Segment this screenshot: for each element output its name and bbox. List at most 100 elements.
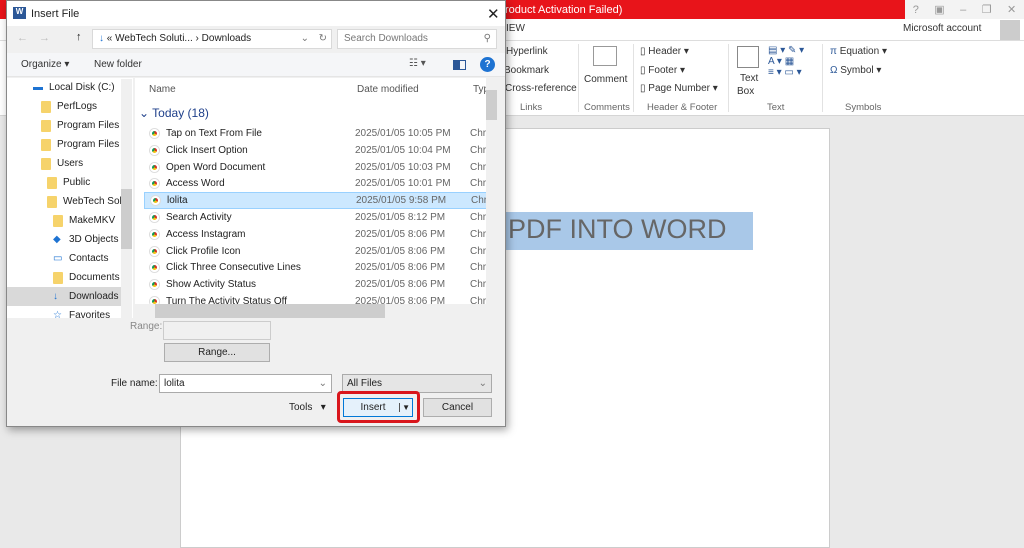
nav-item[interactable]: ▭ Contacts bbox=[53, 249, 108, 268]
chevron-down-icon[interactable]: ⌄ bbox=[301, 33, 309, 44]
file-row[interactable]: Search Activity 2025/01/05 8:12 PM Chro bbox=[144, 209, 497, 226]
header-label: Header bbox=[648, 46, 682, 57]
3d-objects-icon: ◆ bbox=[53, 234, 61, 245]
cancel-button[interactable]: Cancel bbox=[423, 398, 492, 417]
ribbon-display-icon[interactable]: ▣ bbox=[934, 3, 944, 16]
file-name-input[interactable]: lolita ⌄ bbox=[159, 374, 332, 393]
file-row[interactable]: lolita 2025/01/05 9:58 PM Chro bbox=[144, 192, 497, 210]
range-input[interactable] bbox=[163, 321, 271, 340]
chrome-file-icon bbox=[150, 246, 159, 256]
column-date-modified[interactable]: Date modified bbox=[357, 84, 419, 95]
file-name-value: lolita bbox=[164, 378, 185, 389]
equation-button[interactable]: π Equation ▾ bbox=[830, 46, 887, 57]
selected-document-text[interactable]: PDF INTO WORD bbox=[500, 212, 753, 250]
forward-icon[interactable]: → bbox=[39, 32, 50, 44]
file-row[interactable]: Click Insert Option 2025/01/05 10:04 PM Ch… bbox=[144, 142, 497, 159]
header-button[interactable]: ▯ Header ▾ bbox=[640, 46, 689, 57]
close-icon[interactable]: ✕ bbox=[1007, 3, 1016, 16]
file-row[interactable]: Access Word 2025/01/05 10:01 PM Chro bbox=[144, 175, 497, 192]
hyperlink-button[interactable]: Hyperlink bbox=[506, 46, 548, 57]
file-date: 2025/01/05 8:12 PM bbox=[355, 212, 446, 223]
nav-item[interactable]: Users bbox=[41, 154, 83, 173]
file-name: Turn The Activity Status Off bbox=[166, 296, 287, 304]
help-icon[interactable]: ? bbox=[913, 4, 919, 16]
nav-item[interactable]: ☆ Favorites bbox=[53, 306, 110, 318]
folder-icon bbox=[41, 100, 51, 113]
account-menu[interactable]: Microsoft account bbox=[903, 23, 981, 34]
breadcrumb-downloads[interactable]: Downloads bbox=[202, 33, 251, 44]
nav-item[interactable]: ▬ Local Disk (C:) bbox=[33, 78, 115, 97]
breadcrumb-user[interactable]: WebTech Soluti... bbox=[115, 33, 193, 44]
folder-icon bbox=[41, 119, 51, 132]
nav-item[interactable]: Program Files ( bbox=[41, 135, 125, 154]
restore-icon[interactable]: ❐ bbox=[982, 3, 992, 16]
page-number-button[interactable]: ▯ Page Number ▾ bbox=[640, 83, 718, 94]
preview-pane-icon[interactable] bbox=[453, 60, 466, 70]
breadcrumb-overflow[interactable]: « bbox=[107, 33, 113, 44]
new-folder-button[interactable]: New folder bbox=[94, 59, 142, 70]
minimize-icon[interactable]: – bbox=[960, 4, 966, 16]
nav-item[interactable]: ◆ 3D Objects bbox=[53, 230, 118, 249]
footer-button[interactable]: ▯ Footer ▾ bbox=[640, 65, 685, 76]
file-row[interactable]: Click Three Consecutive Lines 2025/01/05 … bbox=[144, 259, 497, 276]
up-icon[interactable]: ↑ bbox=[76, 31, 82, 43]
list-vertical-scrollbar[interactable] bbox=[486, 78, 497, 304]
nav-item[interactable]: Documents bbox=[53, 268, 120, 287]
contacts-icon: ▭ bbox=[53, 253, 63, 264]
text-tools-icons[interactable]: ▤ ▾ ✎ ▾ A ▾ ▦ ≡ ▾ ▭ ▾ bbox=[768, 45, 804, 78]
nav-item-label: 3D Objects bbox=[69, 234, 119, 245]
tools-button[interactable]: Tools ▾ bbox=[289, 402, 326, 413]
symbol-button[interactable]: Ω Symbol ▾ bbox=[830, 65, 881, 76]
view-options-icon[interactable]: ☷ ▾ bbox=[409, 58, 426, 69]
file-name-label: File name: bbox=[111, 378, 158, 389]
group-links: Links bbox=[520, 102, 543, 113]
nav-item[interactable]: PerfLogs bbox=[41, 97, 97, 116]
file-row[interactable]: Click Profile Icon 2025/01/05 8:06 PM Chro bbox=[144, 243, 497, 260]
column-headers: Name Date modified Type bbox=[135, 78, 497, 98]
back-icon[interactable]: ← bbox=[17, 32, 28, 44]
nav-item[interactable]: Program Files bbox=[41, 116, 119, 135]
nav-scrollbar[interactable] bbox=[121, 79, 132, 319]
address-bar[interactable]: ↓ « WebTech Soluti... › Downloads ⌄ ↻ bbox=[92, 29, 332, 49]
file-row[interactable]: Open Word Document 2025/01/05 10:03 PM Chr… bbox=[144, 159, 497, 176]
file-name: Tap on Text From File bbox=[166, 128, 262, 139]
list-horizontal-scrollbar[interactable] bbox=[135, 304, 497, 318]
tab-view[interactable]: IEW bbox=[506, 23, 525, 34]
chevron-down-icon[interactable]: ⌄ bbox=[319, 378, 327, 389]
nav-item[interactable]: WebTech Solu bbox=[47, 192, 127, 211]
nav-item-label: Local Disk (C:) bbox=[49, 82, 115, 93]
refresh-icon[interactable]: ↻ bbox=[319, 33, 327, 44]
nav-item-label: Contacts bbox=[69, 253, 109, 264]
text-box-label-1[interactable]: Text bbox=[740, 73, 758, 84]
folder-icon bbox=[53, 271, 63, 284]
group-today[interactable]: ⌄ Today (18) bbox=[139, 106, 209, 120]
file-row[interactable]: Show Activity Status 2025/01/05 8:06 PM Ch… bbox=[144, 276, 497, 293]
file-row[interactable]: Tap on Text From File 2025/01/05 10:05 PM… bbox=[144, 125, 497, 142]
folder-icon bbox=[53, 214, 63, 227]
comment-button[interactable]: Comment bbox=[584, 74, 627, 85]
nav-item[interactable]: ↓ Downloads bbox=[7, 287, 121, 306]
file-date: 2025/01/05 10:01 PM bbox=[355, 178, 451, 190]
text-box-label-2[interactable]: Box bbox=[737, 86, 754, 97]
avatar[interactable] bbox=[1000, 20, 1020, 40]
column-name[interactable]: Name bbox=[149, 84, 176, 95]
file-date: 2025/01/05 8:06 PM bbox=[355, 262, 446, 274]
organize-button[interactable]: Organize ▾ bbox=[21, 59, 69, 70]
folder-icon bbox=[47, 195, 57, 208]
file-name: Click Profile Icon bbox=[166, 245, 241, 257]
file-row[interactable]: Access Instagram 2025/01/05 8:06 PM Chro bbox=[144, 226, 497, 243]
downloads-icon: ↓ bbox=[53, 291, 58, 302]
nav-item[interactable]: Public bbox=[47, 173, 90, 192]
folder-icon bbox=[41, 157, 51, 170]
help-icon[interactable]: ? bbox=[480, 57, 495, 72]
cross-reference-button[interactable]: Cross-reference bbox=[505, 83, 577, 94]
bookmark-button[interactable]: Bookmark bbox=[504, 65, 549, 76]
close-icon[interactable]: ✕ bbox=[487, 5, 500, 23]
insert-dropdown-icon[interactable]: ▼ bbox=[399, 403, 410, 412]
insert-button[interactable]: Insert ▼ bbox=[343, 398, 413, 417]
search-input[interactable]: Search Downloads ⚲ bbox=[337, 29, 497, 49]
nav-item-label: Documents bbox=[69, 272, 120, 283]
range-button[interactable]: Range... bbox=[164, 343, 270, 362]
nav-item[interactable]: MakeMKV bbox=[53, 211, 115, 230]
file-row[interactable]: Turn The Activity Status Off 2025/01/05 8… bbox=[144, 293, 497, 304]
